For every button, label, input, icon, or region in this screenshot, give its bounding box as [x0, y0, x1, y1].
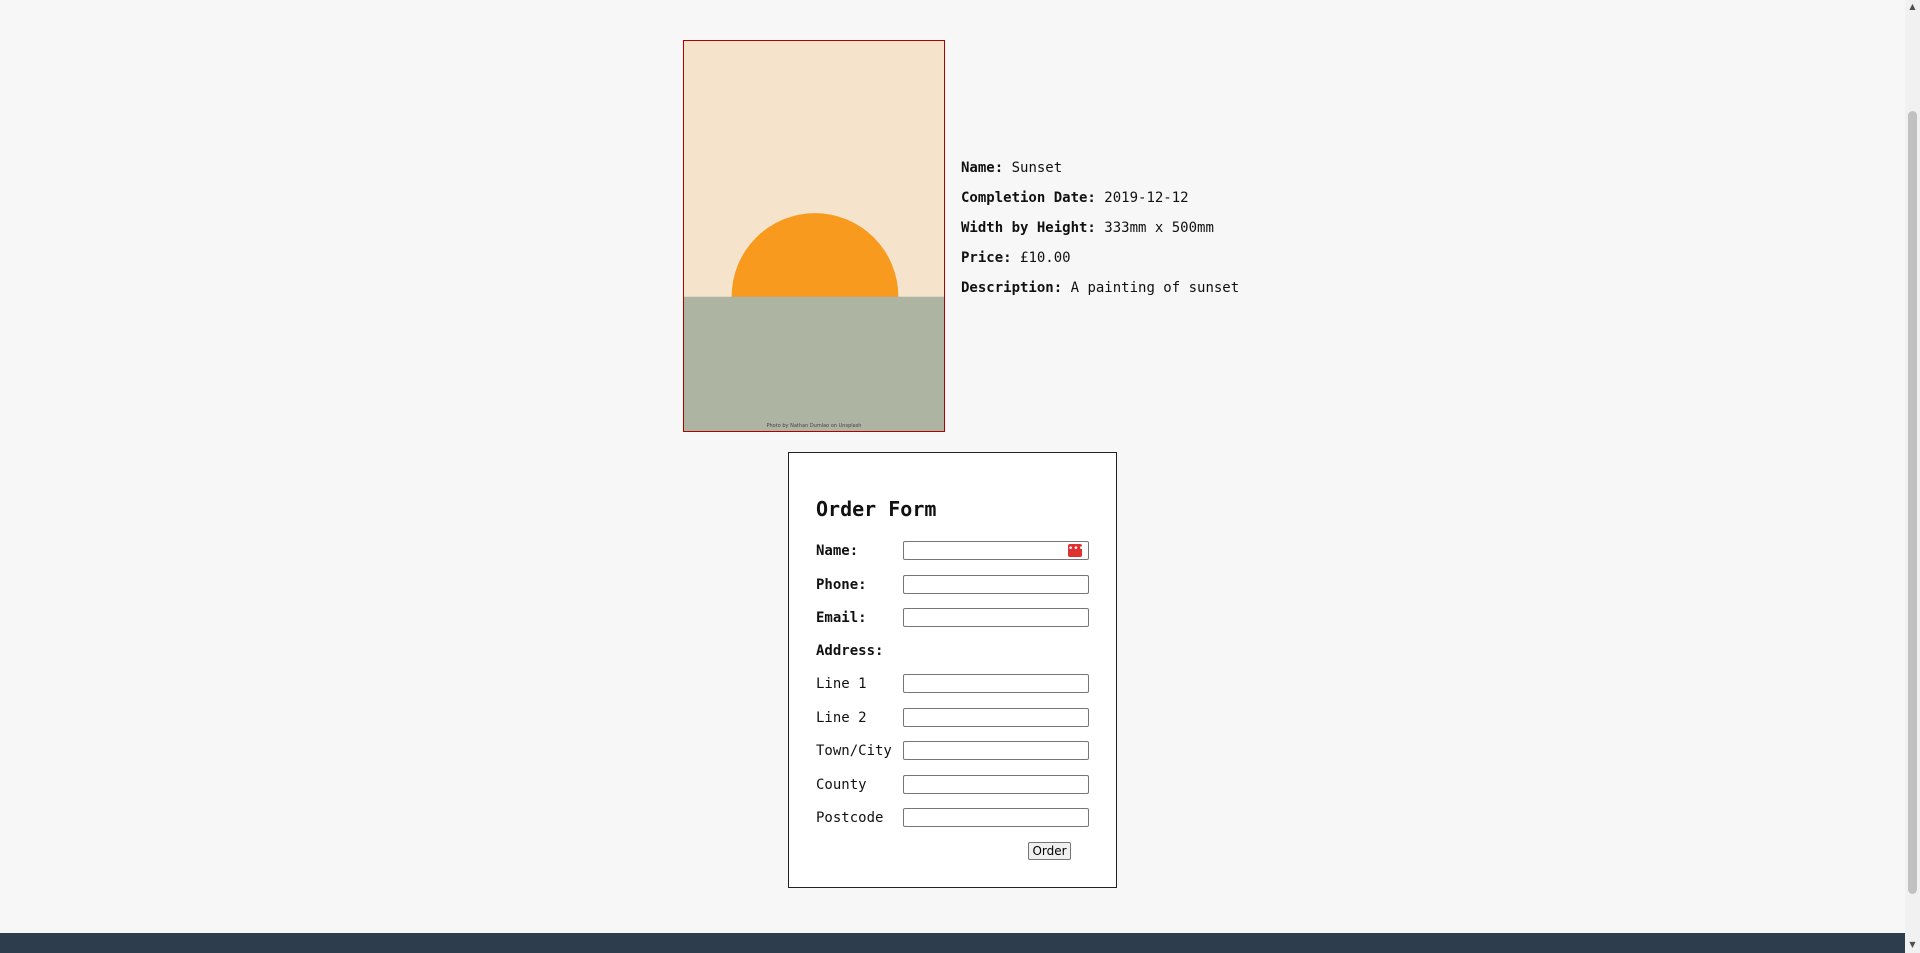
- detail-name: Name: Sunset: [961, 160, 1241, 176]
- county-input[interactable]: [903, 775, 1089, 794]
- detail-price-value: £10.00: [1020, 250, 1071, 266]
- photo-credit: Photo by Nathan Dumlao on Unsplash: [766, 423, 862, 429]
- detail-description-label: Description:: [961, 280, 1063, 296]
- vertical-scrollbar[interactable]: ▲ ▼: [1905, 0, 1920, 953]
- postcode-label: Postcode: [816, 810, 884, 826]
- address-line1-input[interactable]: [903, 674, 1089, 693]
- name-input[interactable]: [903, 541, 1089, 560]
- detail-description-value: A painting of sunset: [1070, 280, 1240, 296]
- line2-row: Line 2: [816, 708, 1096, 728]
- line1-label: Line 1: [816, 676, 867, 692]
- detail-description: Description: A painting of sunset: [961, 280, 1241, 296]
- detail-price-label: Price:: [961, 250, 1012, 266]
- line2-label: Line 2: [816, 710, 867, 726]
- postcode-input[interactable]: [903, 808, 1089, 827]
- line1-row: Line 1: [816, 674, 1096, 694]
- order-form-title: Order Form: [816, 497, 937, 521]
- phone-row: Phone:: [816, 575, 1096, 595]
- name-label: Name:: [816, 543, 859, 559]
- detail-completion-label: Completion Date:: [961, 190, 1096, 206]
- email-input[interactable]: [903, 608, 1089, 627]
- detail-name-value: Sunset: [1011, 160, 1063, 176]
- email-row: Email:: [816, 608, 1096, 628]
- phone-label: Phone:: [816, 577, 867, 593]
- name-row: Name: •••: [816, 541, 1096, 561]
- county-row: County: [816, 775, 1096, 795]
- detail-size-label: Width by Height:: [961, 220, 1096, 236]
- detail-size: Width by Height: 333mm x 500mm: [961, 220, 1241, 236]
- password-manager-icon[interactable]: •••: [1068, 544, 1084, 557]
- scroll-up-arrow-icon[interactable]: ▲: [1908, 2, 1917, 12]
- address-row: Address:: [816, 641, 1096, 661]
- phone-input[interactable]: [903, 575, 1089, 594]
- town-label: Town/City: [816, 743, 892, 759]
- address-label: Address:: [816, 643, 884, 659]
- detail-name-label: Name:: [961, 160, 1004, 176]
- scroll-down-arrow-icon[interactable]: ▼: [1908, 940, 1917, 950]
- order-form: Order Form Name: ••• Phone: Email: Addre…: [788, 452, 1117, 888]
- sunset-painting: [684, 41, 944, 431]
- detail-size-value: 333mm x 500mm: [1104, 220, 1214, 236]
- detail-price: Price: £10.00: [961, 250, 1241, 266]
- footer-bar: [0, 933, 1920, 953]
- postcode-row: Postcode: [816, 808, 1096, 828]
- email-label: Email:: [816, 610, 867, 626]
- address-line2-input[interactable]: [903, 708, 1089, 727]
- town-city-input[interactable]: [903, 741, 1089, 760]
- detail-completion-date: Completion Date: 2019-12-12: [961, 190, 1241, 206]
- town-row: Town/City: [816, 741, 1096, 761]
- detail-completion-value: 2019-12-12: [1104, 190, 1189, 206]
- scrollbar-thumb[interactable]: [1908, 111, 1917, 894]
- county-label: County: [816, 777, 867, 793]
- order-button[interactable]: Order: [1028, 842, 1071, 860]
- artwork-details: Name: Sunset Completion Date: 2019-12-12…: [961, 160, 1241, 310]
- artwork-image: Photo by Nathan Dumlao on Unsplash: [683, 40, 945, 432]
- painting-sea: [684, 296, 944, 431]
